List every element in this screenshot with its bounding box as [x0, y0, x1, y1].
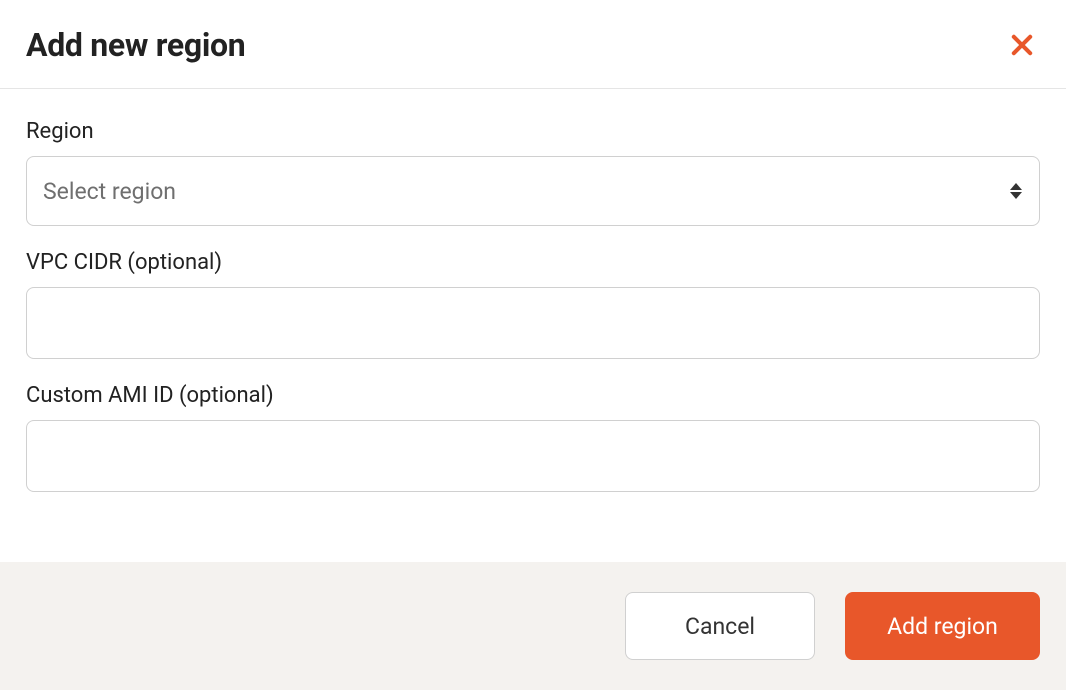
- custom-ami-field-group: Custom AMI ID (optional): [26, 383, 1040, 492]
- modal-title: Add new region: [26, 26, 245, 64]
- custom-ami-label: Custom AMI ID (optional): [26, 383, 1040, 408]
- modal-body: Region Select region VPC CIDR (optional)…: [0, 89, 1066, 562]
- modal-footer: Cancel Add region: [0, 562, 1066, 690]
- region-select-wrapper: Select region: [26, 156, 1040, 226]
- add-region-modal: Add new region Region Select region VPC: [0, 0, 1066, 690]
- region-label: Region: [26, 119, 1040, 144]
- custom-ami-input[interactable]: [26, 420, 1040, 492]
- vpc-cidr-input[interactable]: [26, 287, 1040, 359]
- modal-header: Add new region: [0, 0, 1066, 89]
- close-button[interactable]: [1004, 27, 1040, 63]
- close-icon: [1008, 31, 1036, 59]
- vpc-cidr-label: VPC CIDR (optional): [26, 250, 1040, 275]
- region-field-group: Region Select region: [26, 119, 1040, 226]
- add-region-button[interactable]: Add region: [845, 592, 1040, 660]
- vpc-cidr-field-group: VPC CIDR (optional): [26, 250, 1040, 359]
- region-select[interactable]: Select region: [26, 156, 1040, 226]
- cancel-button[interactable]: Cancel: [625, 592, 815, 660]
